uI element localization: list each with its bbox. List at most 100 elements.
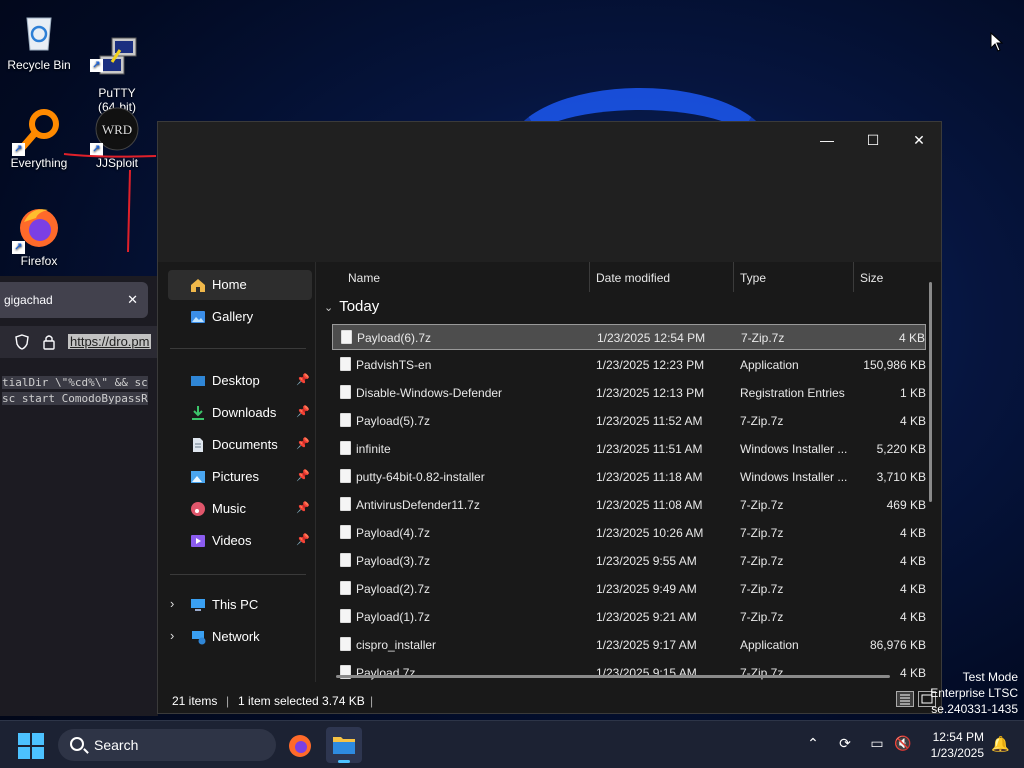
url-bar[interactable]: https://dro.pm: [0, 326, 158, 358]
file-icon: [340, 385, 351, 399]
nav-item-pictures[interactable]: Pictures 📌: [168, 462, 312, 492]
title-bar[interactable]: — ☐ ✕: [158, 122, 941, 262]
start-button[interactable]: [18, 733, 44, 759]
browser-tab[interactable]: gigachad ✕: [0, 282, 148, 318]
column-header-size[interactable]: Size: [854, 262, 934, 292]
status-separator: |: [370, 694, 374, 708]
nav-item-desktop[interactable]: Desktop 📌: [168, 366, 312, 396]
lock-icon[interactable]: [42, 334, 56, 350]
file-size: 4 KB: [898, 331, 925, 345]
group-header-today[interactable]: ⌄ Today: [324, 298, 379, 315]
file-date: 1/23/2025 10:26 AM: [596, 526, 704, 540]
file-icon: [340, 469, 351, 483]
column-header-name[interactable]: Name: [342, 262, 590, 292]
file-type: 7-Zip.7z: [740, 610, 784, 624]
file-row[interactable]: Payload(6).7z 1/23/2025 12:54 PM 7-Zip.7z 4…: [332, 324, 926, 350]
file-name: Payload(3).7z: [356, 554, 431, 568]
pin-icon[interactable]: 📌: [296, 405, 310, 418]
file-explorer-window[interactable]: — ☐ ✕ Home Gallery Desktop 📌 Downloads 📌…: [157, 121, 942, 714]
file-row[interactable]: infinite 1/23/2025 11:51 AM Windows Instal…: [332, 436, 926, 462]
file-list[interactable]: Name Date modified Type Size ⌄ Today Payl…: [318, 262, 940, 682]
nav-item-home[interactable]: Home: [168, 270, 312, 300]
url-text[interactable]: https://dro.pm: [68, 334, 152, 349]
notification-bell-icon[interactable]: 🔔: [991, 735, 1010, 753]
file-row[interactable]: Payload(5).7z 1/23/2025 11:52 AM 7-Zip.7z 4…: [332, 408, 926, 434]
file-size: 4 KB: [899, 414, 926, 428]
nav-item-videos[interactable]: Videos 📌: [168, 526, 312, 556]
file-name: AntivirusDefender11.7z: [356, 498, 480, 512]
display-icon[interactable]: ▭: [868, 735, 886, 753]
clock-date: 1/23/2025: [930, 746, 984, 760]
file-date: 1/23/2025 9:17 AM: [596, 638, 697, 652]
tab-close-icon[interactable]: ✕: [127, 292, 138, 308]
pictures-icon: [191, 471, 205, 483]
file-row[interactable]: Payload(1).7z 1/23/2025 9:21 AM 7-Zip.7z 4 …: [332, 604, 926, 630]
maximize-button[interactable]: ☐: [850, 126, 896, 154]
file-row[interactable]: Payload(4).7z 1/23/2025 10:26 AM 7-Zip.7z 4…: [332, 520, 926, 546]
file-row[interactable]: Disable-Windows-Defender 1/23/2025 12:13 …: [332, 380, 926, 406]
file-row[interactable]: PadvishTS-en 1/23/2025 12:23 PM Applicatio…: [332, 352, 926, 378]
column-header-date[interactable]: Date modified: [590, 262, 734, 292]
file-name: Payload(1).7z: [356, 610, 431, 624]
file-date: 1/23/2025 11:51 AM: [596, 442, 703, 456]
file-row[interactable]: Payload.7z 1/23/2025 9:15 AM 7-Zip.7z 4 KB: [332, 660, 926, 682]
file-size: 3,710 KB: [876, 470, 926, 484]
speaker-muted-icon[interactable]: 🔇: [894, 735, 912, 753]
search-icon: [70, 737, 84, 751]
file-type: 7-Zip.7z: [740, 582, 784, 596]
taskbar-explorer-button[interactable]: [326, 727, 362, 763]
nav-label: Gallery: [212, 309, 254, 324]
shortcut-arrow-icon: ↗: [90, 59, 103, 72]
status-separator: |: [226, 694, 230, 708]
nav-item-network[interactable]: › Network: [168, 622, 312, 652]
pin-icon[interactable]: 📌: [296, 437, 310, 450]
nav-item-this-pc[interactable]: › This PC: [168, 590, 312, 620]
edition-watermark: Enterprise LTSC: [930, 686, 1018, 700]
horizontal-scrollbar[interactable]: [336, 675, 890, 678]
system-clock[interactable]: 12:54 PM 1/23/2025: [931, 729, 984, 761]
file-size: 86,976 KB: [869, 638, 926, 652]
navigation-pane[interactable]: Home Gallery Desktop 📌 Downloads 📌 Docum…: [158, 262, 316, 682]
minimize-button[interactable]: —: [804, 126, 850, 154]
close-button[interactable]: ✕: [896, 126, 942, 154]
file-icon: [340, 413, 351, 427]
chevron-up-icon[interactable]: ⌃: [804, 735, 822, 753]
details-view-button[interactable]: [896, 691, 914, 707]
firefox-icon: ↗: [12, 204, 62, 254]
column-header-type[interactable]: Type: [734, 262, 854, 292]
nav-item-gallery[interactable]: Gallery: [168, 302, 312, 332]
code-line: tialDir \"%cd%\" && sc: [2, 376, 148, 389]
file-icon: [340, 553, 351, 567]
file-row[interactable]: cispro_installer 1/23/2025 9:17 AM Applica…: [332, 632, 926, 658]
file-row[interactable]: Payload(2).7z 1/23/2025 9:49 AM 7-Zip.7z 4 …: [332, 576, 926, 602]
pin-icon[interactable]: 📌: [296, 469, 310, 482]
vertical-scrollbar[interactable]: [929, 282, 932, 502]
file-row[interactable]: putty-64bit-0.82-installer 1/23/2025 11:1…: [332, 464, 926, 490]
file-row[interactable]: Payload(3).7z 1/23/2025 9:55 AM 7-Zip.7z 4 …: [332, 548, 926, 574]
nav-label: Network: [212, 629, 260, 644]
pin-icon[interactable]: 📌: [296, 501, 310, 514]
taskbar[interactable]: Search ⌃ ⟳ ▭ 🔇 12:54 PM 1/23/2025 🔔: [0, 720, 1024, 768]
pin-icon[interactable]: 📌: [296, 373, 310, 386]
nav-item-downloads[interactable]: Downloads 📌: [168, 398, 312, 428]
nav-divider: [170, 348, 306, 349]
background-browser-window[interactable]: gigachad ✕ https://dro.pm tialDir \"%cd%…: [0, 276, 158, 716]
recycle-bin-shortcut[interactable]: Recycle Bin: [0, 8, 78, 72]
pin-icon[interactable]: 📌: [296, 533, 310, 546]
taskbar-search-box[interactable]: Search: [58, 729, 276, 761]
chevron-down-icon[interactable]: ⌄: [324, 301, 333, 314]
file-name: Payload(6).7z: [357, 331, 432, 345]
nav-item-documents[interactable]: Documents 📌: [168, 430, 312, 460]
file-date: 1/23/2025 9:21 AM: [596, 610, 697, 624]
nav-item-music[interactable]: Music 📌: [168, 494, 312, 524]
chevron-right-icon[interactable]: ›: [170, 628, 174, 643]
sync-icon[interactable]: ⟳: [836, 735, 854, 753]
file-row[interactable]: AntivirusDefender11.7z 1/23/2025 11:08 AM…: [332, 492, 926, 518]
taskbar-firefox-button[interactable]: [282, 727, 318, 763]
shield-icon[interactable]: [14, 334, 30, 350]
documents-icon: [193, 438, 203, 452]
file-icon: [340, 357, 351, 371]
file-date: 1/23/2025 9:55 AM: [596, 554, 697, 568]
everything-search-icon: ↗: [12, 106, 62, 156]
chevron-right-icon[interactable]: ›: [170, 596, 174, 611]
